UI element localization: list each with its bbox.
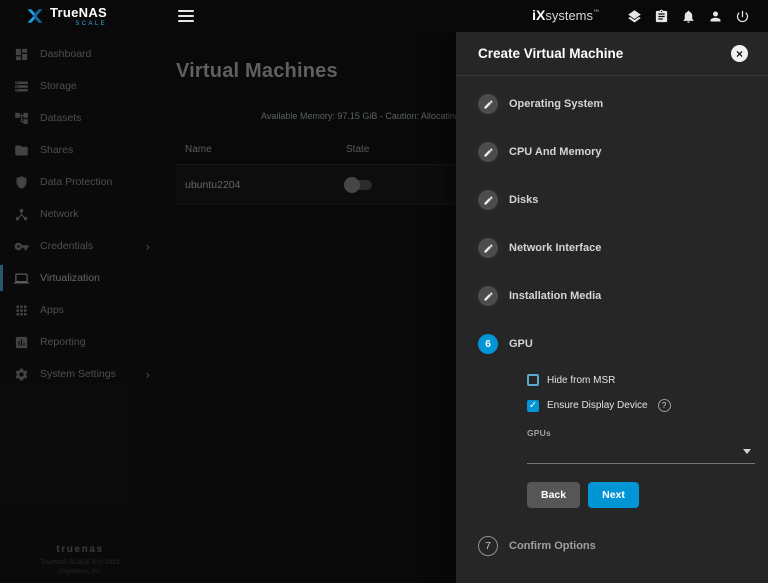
ix-logo-bold: iX xyxy=(532,7,545,23)
step-cpu-and-memory[interactable]: CPU And Memory xyxy=(478,128,768,176)
ix-logo-tm: ™ xyxy=(593,10,599,16)
checkbox-label: Ensure Display Device xyxy=(547,400,648,411)
close-button[interactable]: × xyxy=(731,45,748,62)
step-disks[interactable]: Disks xyxy=(478,176,768,224)
ix-logo-rest: systems xyxy=(545,8,593,23)
edit-icon xyxy=(478,238,498,258)
brand-sub: SCALE xyxy=(50,21,107,27)
step-label: CPU And Memory xyxy=(509,146,602,158)
ensure-display-device-checkbox-row[interactable]: ✓ Ensure Display Device ? xyxy=(527,399,755,412)
step-confirm-options[interactable]: 7 Confirm Options xyxy=(478,522,768,570)
layers-icon[interactable] xyxy=(621,3,648,30)
step-network-interface[interactable]: Network Interface xyxy=(478,224,768,272)
step-label: Disks xyxy=(509,194,538,206)
hide-from-msr-checkbox-row[interactable]: Hide from MSR xyxy=(527,374,755,386)
create-vm-panel: Create Virtual Machine × Operating Syste… xyxy=(456,32,768,583)
gpus-field-label: GPUs xyxy=(527,428,755,438)
truenas-logo[interactable]: TrueNAS SCALE xyxy=(0,6,158,27)
edit-icon xyxy=(478,286,498,306)
menu-icon[interactable] xyxy=(178,10,194,22)
overlay-backdrop[interactable] xyxy=(0,32,456,583)
gpus-select[interactable] xyxy=(527,440,755,464)
step-number-badge: 6 xyxy=(478,334,498,354)
ixsystems-logo: iXsystems™ xyxy=(532,7,599,25)
clipboard-icon[interactable] xyxy=(648,3,675,30)
truenas-x-icon xyxy=(26,7,44,25)
truenas-app: TrueNAS SCALE iXsystems™ xyxy=(0,0,768,583)
dropdown-caret-icon xyxy=(743,449,751,454)
bell-icon[interactable] xyxy=(675,3,702,30)
panel-header: Create Virtual Machine × xyxy=(456,32,768,76)
step-installation-media[interactable]: Installation Media xyxy=(478,272,768,320)
next-button[interactable]: Next xyxy=(588,482,639,508)
topbar-actions: iXsystems™ xyxy=(532,3,768,30)
close-icon: × xyxy=(736,48,743,60)
edit-icon xyxy=(478,142,498,162)
step-label: GPU xyxy=(509,338,533,350)
wizard-steps: Operating System CPU And Memory Disks Ne… xyxy=(456,76,768,583)
help-icon[interactable]: ? xyxy=(658,399,671,412)
back-button[interactable]: Back xyxy=(527,482,580,508)
checkbox-label: Hide from MSR xyxy=(547,375,615,386)
edit-icon xyxy=(478,94,498,114)
topbar: TrueNAS SCALE iXsystems™ xyxy=(0,0,768,32)
step-label: Confirm Options xyxy=(509,540,596,552)
power-icon[interactable] xyxy=(729,3,756,30)
wizard-buttons: Back Next xyxy=(527,482,755,508)
gpu-form: Hide from MSR ✓ Ensure Display Device ? … xyxy=(527,374,755,508)
step-label: Network Interface xyxy=(509,242,601,254)
step-label: Installation Media xyxy=(509,290,601,302)
checkbox-unchecked-icon[interactable] xyxy=(527,374,539,386)
checkbox-checked-icon[interactable]: ✓ xyxy=(527,400,539,412)
step-operating-system[interactable]: Operating System xyxy=(478,80,768,128)
user-icon[interactable] xyxy=(702,3,729,30)
edit-icon xyxy=(478,190,498,210)
step-gpu[interactable]: 6 GPU xyxy=(478,320,768,368)
panel-title: Create Virtual Machine xyxy=(478,46,623,61)
step-label: Operating System xyxy=(509,98,603,110)
step-number-badge: 7 xyxy=(478,536,498,556)
brand-name: TrueNAS xyxy=(50,6,107,19)
